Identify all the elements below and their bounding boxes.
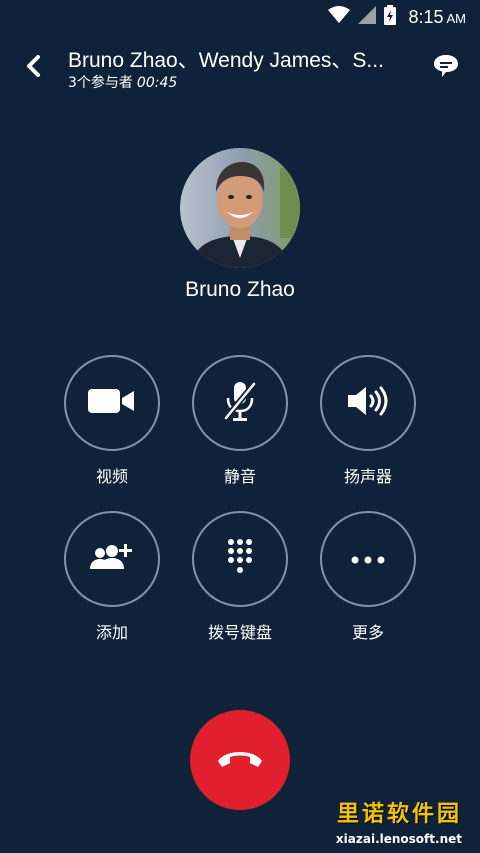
chat-bubble-icon [433,54,459,82]
add-people-icon [89,541,135,577]
dialpad-button[interactable]: 拨号键盘 [190,511,290,643]
end-call-button[interactable] [190,710,290,810]
more-icon [350,550,386,569]
watermark-url: xiazai.lenosoft.net [335,832,462,846]
signal-icon [358,6,377,28]
speaker-icon [346,385,390,421]
more-button[interactable]: 更多 [318,511,418,643]
mic-muted-icon [222,380,258,426]
video-camera-icon [88,388,136,418]
call-subtitle: 3个参与者 00:45 [68,72,177,92]
mute-label: 静音 [223,467,256,486]
add-participant-button[interactable]: 添加 [62,511,162,643]
mute-button[interactable]: 静音 [190,355,290,487]
back-button[interactable] [14,48,54,88]
more-button-circle[interactable] [320,511,416,607]
add-participant-circle[interactable] [64,511,160,607]
watermark-title: 里诺软件园 [336,801,462,827]
add-label: 添加 [95,623,128,642]
call-timer: 00:45 [136,75,178,91]
hang-up-icon [216,747,264,773]
status-bar: 8:15 AM [0,0,480,34]
video-button[interactable]: 视频 [62,355,162,487]
dialpad-label: 拨号键盘 [207,623,272,642]
clock-ampm: AM [446,10,467,26]
caller-avatar [180,148,300,268]
status-time: 8:15 AM [408,7,466,28]
mute-button-circle[interactable] [192,355,288,451]
wifi-icon [328,6,351,28]
call-title: Bruno Zhao、Wendy James、S... [68,49,384,72]
speaker-label: 扬声器 [343,467,392,486]
call-screen: 8:15 AM Bruno Zhao、Wendy James、S... 3个参与者… [0,0,480,853]
back-arrow-icon [26,55,42,81]
battery-charging-icon [384,5,397,29]
dialpad-button-circle[interactable] [192,511,288,607]
call-header: Bruno Zhao、Wendy James、S... 3个参与者 00:45 [0,34,480,100]
chat-button[interactable] [426,48,466,88]
clock-time: 8:15 [408,6,444,27]
participant-count: 3个参与者 [68,75,133,91]
speaker-button[interactable]: 扬声器 [318,355,418,487]
video-label: 视频 [95,467,128,486]
video-button-circle[interactable] [64,355,160,451]
dialpad-icon [225,538,255,580]
status-icons: 8:15 AM [328,0,466,34]
speaker-button-circle[interactable] [320,355,416,451]
caller-name: Bruno Zhao [185,278,295,301]
watermark: 里诺软件园 xiazai.lenosoft.net [336,796,462,846]
more-label: 更多 [351,623,384,642]
